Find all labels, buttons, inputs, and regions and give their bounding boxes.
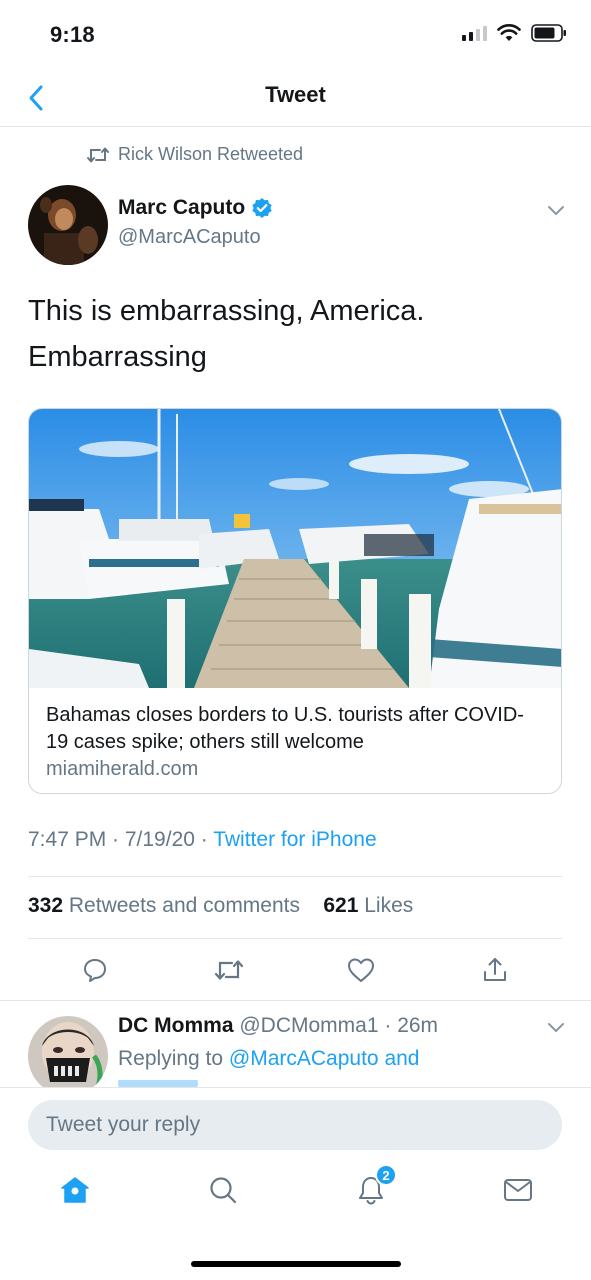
reply-icon xyxy=(84,959,106,982)
replying-to: Replying to @MarcACaputo and xyxy=(118,1047,420,1071)
tweet-text-line: This is embarrassing, America. xyxy=(28,295,425,327)
likes-label: Likes xyxy=(364,894,414,917)
tab-search[interactable] xyxy=(203,1170,243,1210)
retweet-button[interactable] xyxy=(211,952,247,988)
card-title: Bahamas closes borders to U.S. tourists … xyxy=(46,704,524,753)
card-domain: miamiherald.com xyxy=(46,758,199,780)
cellular-signal-icon xyxy=(462,25,487,41)
tab-bar: 2 xyxy=(0,1164,591,1226)
home-indicator[interactable] xyxy=(191,1261,401,1267)
retweets-stat[interactable]: 332 Retweets and comments xyxy=(28,894,300,917)
retweet-context[interactable]: Rick Wilson Retweeted xyxy=(86,144,303,165)
reply-avatar[interactable] xyxy=(28,1016,108,1096)
like-button[interactable] xyxy=(343,952,379,988)
chevron-down-icon[interactable] xyxy=(546,1020,566,1034)
mail-icon xyxy=(504,1179,532,1201)
tweet-stats: 332 Retweets and comments 621 Likes xyxy=(28,894,413,918)
retweet-icon xyxy=(214,960,244,980)
navigation-bar: Tweet xyxy=(0,70,591,127)
divider xyxy=(28,938,562,939)
tweet-timestamp: 7:47 PM · 7/19/20 · xyxy=(28,828,214,851)
replying-to-link[interactable]: @MarcACaputo and xyxy=(229,1047,420,1070)
tweet-meta: 7:47 PM · 7/19/20 · Twitter for iPhone xyxy=(28,828,377,852)
retweet-icon xyxy=(87,147,109,162)
notifications-badge: 2 xyxy=(375,1164,397,1186)
tweet-actions xyxy=(0,952,591,992)
retweets-count: 332 xyxy=(28,894,64,917)
share-icon xyxy=(484,958,506,981)
reply-handle-time: @DCMomma1 · 26m xyxy=(239,1014,439,1037)
share-button[interactable] xyxy=(477,952,513,988)
tweet-source-link[interactable]: Twitter for iPhone xyxy=(213,828,376,851)
likes-count: 621 xyxy=(323,894,359,917)
reply-input-placeholder: Tweet your reply xyxy=(46,1113,201,1136)
retweets-label: Retweets and comments xyxy=(68,894,300,917)
likes-stat[interactable]: 621 Likes xyxy=(323,894,413,917)
author-handle: @MarcACaputo xyxy=(118,226,261,248)
author-name: Marc Caputo xyxy=(118,196,246,219)
reply-button[interactable] xyxy=(77,952,113,988)
reply-author-name: DC Momma xyxy=(118,1014,234,1037)
retweet-context-label: Rick Wilson Retweeted xyxy=(118,144,304,164)
chevron-down-icon[interactable] xyxy=(546,203,566,217)
divider xyxy=(28,876,562,877)
author-avatar[interactable] xyxy=(28,185,108,265)
verified-badge-icon xyxy=(252,198,272,218)
wifi-icon xyxy=(497,24,521,41)
search-icon xyxy=(210,1177,237,1204)
tab-notifications[interactable]: 2 xyxy=(351,1164,397,1210)
tweet-text-line: Embarrassing xyxy=(28,341,207,373)
tweet-text: This is embarrassing, America. Embarrass… xyxy=(28,288,558,380)
link-card[interactable]: Bahamas closes borders to U.S. tourists … xyxy=(28,408,562,794)
status-icons xyxy=(462,24,567,42)
battery-icon xyxy=(531,24,566,42)
reply-input[interactable]: Tweet your reply xyxy=(28,1100,562,1150)
home-icon xyxy=(61,1177,89,1203)
card-image-marina xyxy=(29,409,561,688)
reply-author[interactable]: DC Momma @DCMomma1 · 26m xyxy=(118,1014,438,1038)
divider xyxy=(0,1000,591,1001)
replying-to-prefix: Replying to xyxy=(118,1047,229,1070)
heart-icon xyxy=(348,958,374,982)
tweet-author[interactable]: Marc Caputo @MarcACaputo xyxy=(118,196,273,249)
status-bar: 9:18 xyxy=(0,0,591,70)
tab-home[interactable] xyxy=(55,1170,95,1210)
page-title: Tweet xyxy=(265,82,326,107)
status-time: 9:18 xyxy=(50,22,95,47)
tab-messages[interactable] xyxy=(498,1170,538,1210)
